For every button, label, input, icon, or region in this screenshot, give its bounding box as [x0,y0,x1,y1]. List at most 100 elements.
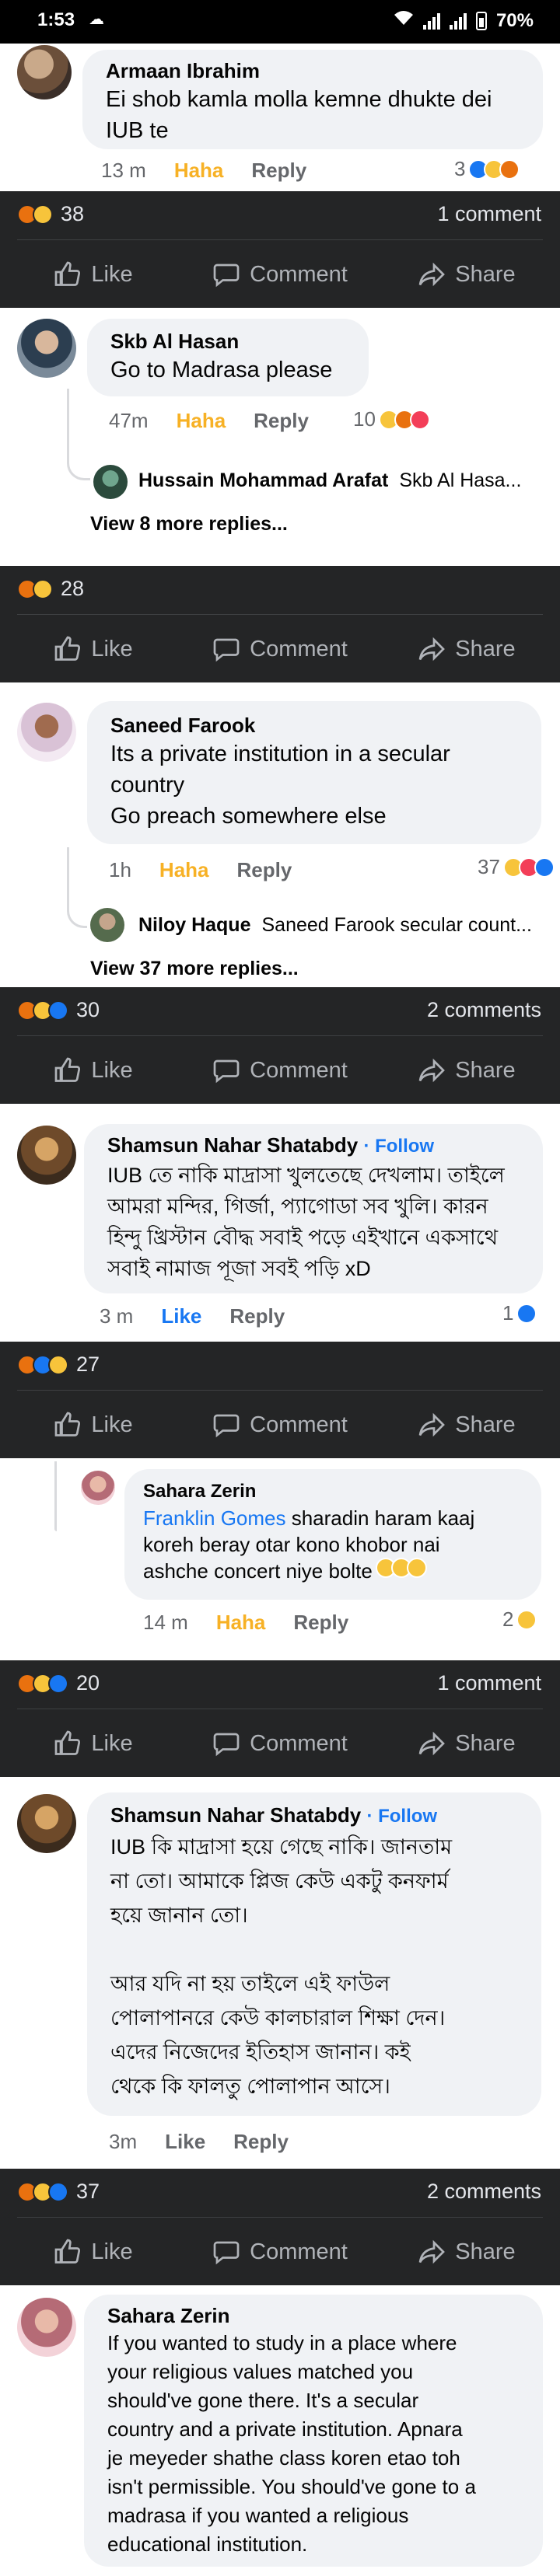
like-reaction-icon [48,1000,68,1021]
comment-author[interactable]: Shamsun Nahar Shatabdy [110,1803,361,1827]
like-button[interactable]: Like [0,622,187,676]
like-reaction-icon [48,2181,68,2202]
sad-reaction-icon [33,578,53,599]
reaction-total: 30 [76,998,100,1021]
avatar[interactable] [17,703,76,762]
comment-button[interactable]: Comment [187,1398,373,1452]
reply-button[interactable]: Reply [251,159,306,183]
angry-reaction-icon [499,159,520,180]
share-button[interactable]: Share [373,1043,560,1098]
reaction-count[interactable]: 37 [478,855,555,879]
like-button[interactable]: Like [161,1304,201,1328]
follow-button[interactable]: · Follow [366,1806,437,1827]
avatar[interactable] [17,1794,76,1853]
reply-preview[interactable]: Hussain Mohammad Arafat Skb Al Hasa... [138,469,543,492]
like-button[interactable]: Like [0,2225,187,2279]
like-button[interactable]: Like [0,1398,187,1452]
battery-icon [475,11,487,30]
avatar[interactable] [17,1126,76,1185]
post-reaction-bar: 20 1 comment Like Comment Share [0,1660,560,1777]
comment-icon [213,1059,240,1084]
comment-author[interactable]: Skb Al Hasan [110,328,345,354]
comment-count[interactable]: 1 comment [437,202,541,226]
avatar[interactable] [93,465,128,499]
reply-thread-line [67,389,90,480]
comment-count[interactable]: 2 comments [427,998,541,1022]
mention-link[interactable]: Franklin Gomes [143,1506,286,1530]
comment-count[interactable]: 2 comments [427,2180,541,2204]
reaction-count[interactable]: 10 [353,407,430,431]
comment-button[interactable]: Comment [187,1043,373,1098]
share-button[interactable]: Share [373,622,560,676]
reaction-count[interactable]: 2 [502,1607,537,1632]
status-bar: 1:53 ☁ 70% [0,0,560,44]
share-button[interactable]: Share [373,1398,560,1452]
comment-meta: 1h Haha Reply [109,858,292,882]
comment-button[interactable]: Comment [187,1716,373,1771]
like-button[interactable]: Like [0,247,187,302]
post-reaction-bar: 28 Like Comment Share [0,566,560,682]
comment-author[interactable]: Sahara Zerin [107,2302,520,2329]
divider [17,2217,543,2218]
thumbs-up-icon [55,261,81,286]
view-more-replies[interactable]: View 37 more replies... [90,958,299,980]
comment-meta: 13 m Haha Reply [101,159,306,183]
haha-button[interactable]: Haha [159,858,209,882]
avatar[interactable] [17,45,72,99]
avatar[interactable] [17,319,76,378]
sad-reaction-icon [33,204,53,225]
avatar[interactable] [17,2298,76,2357]
comment-button[interactable]: Comment [187,622,373,676]
comment-text: IUB তে নাকি মাদ্রাসা খুলতেছে দেখলাম। তাই… [107,1164,505,1280]
divider [17,614,543,615]
reply-button[interactable]: Reply [237,858,292,882]
post-reaction-bar: 37 2 comments Like Comment Share [0,2169,560,2285]
comment-count[interactable]: 1 comment [437,1671,541,1695]
divider [17,1035,543,1036]
like-button[interactable]: Like [0,1043,187,1098]
haha-button[interactable]: Haha [177,409,226,433]
reply-button[interactable]: Reply [254,409,309,433]
haha-button[interactable]: Haha [174,159,224,183]
reaction-total: 28 [61,577,85,600]
like-reaction-icon [48,1673,68,1694]
thumbs-up-icon [55,636,81,661]
like-button[interactable]: Like [165,2130,205,2154]
status-time: 1:53 [37,9,75,30]
share-button[interactable]: Share [373,1716,560,1771]
comment-author[interactable]: Sahara Zerin [143,1478,523,1505]
reply-button[interactable]: Reply [229,1304,285,1328]
wifi-icon [394,9,414,32]
comment-meta: 47m Haha Reply [109,409,309,433]
reply-thread-line [54,1461,57,1531]
comment-bubble: Sahara Zerin If you wanted to study in a… [84,2295,543,2567]
view-more-replies[interactable]: View 8 more replies... [90,513,288,536]
comment-button[interactable]: Comment [187,247,373,302]
comment-author[interactable]: Saneed Farook [110,712,518,738]
comment-bubble: Armaan Ibrahim Ei shob kamla molla kemne… [82,50,543,149]
share-button[interactable]: Share [373,2225,560,2279]
comment-text: Go to Madrasa please [110,358,333,382]
avatar[interactable] [90,908,124,942]
comment-author[interactable]: Shamsun Nahar Shatabdy [107,1133,358,1157]
comment-bubble: Shamsun Nahar Shatabdy · Follow IUB তে ন… [84,1124,543,1293]
reaction-count[interactable]: 1 [502,1301,537,1325]
avatar[interactable] [81,1471,115,1505]
follow-button[interactable]: · Follow [363,1136,434,1157]
reply-button[interactable]: Reply [293,1611,348,1635]
divider [17,1390,543,1391]
cloud-icon: ☁ [89,11,104,28]
reaction-total: 38 [61,202,85,225]
share-icon [418,2239,446,2264]
comment-button[interactable]: Comment [187,2225,373,2279]
like-button[interactable]: Like [0,1716,187,1771]
reaction-total: 20 [76,1671,100,1695]
share-button[interactable]: Share [373,247,560,302]
reaction-count[interactable]: 3 [454,157,520,181]
comment-bubble: Shamsun Nahar Shatabdy · Follow IUB কি ম… [87,1792,541,2116]
comment-meta: 14 m Haha Reply [143,1611,348,1635]
reply-button[interactable]: Reply [233,2130,289,2154]
comment-author[interactable]: Armaan Ibrahim [106,58,520,84]
haha-button[interactable]: Haha [216,1611,266,1635]
reply-preview[interactable]: Niloy Haque Saneed Farook secular count.… [138,914,543,937]
